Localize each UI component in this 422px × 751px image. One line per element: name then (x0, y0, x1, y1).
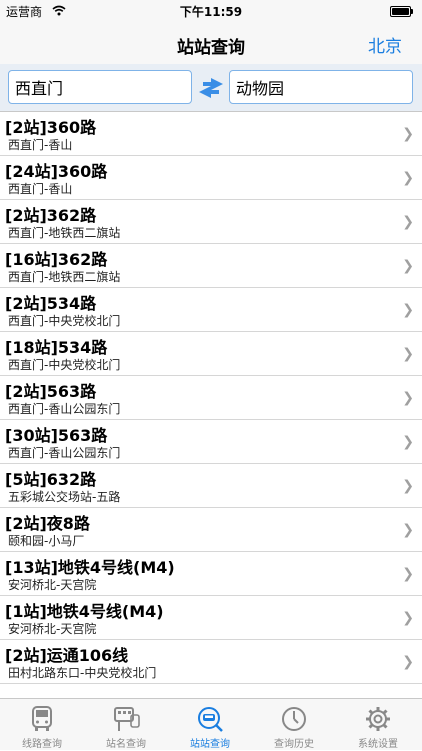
chevron-right-icon: ❯ (402, 390, 414, 406)
route-terminals: 五彩城公交场站-五路 (8, 490, 121, 504)
route-row[interactable]: [13站]地铁4号线(M4) 安河桥北-天宫院 ❯ (0, 552, 422, 596)
route-terminals: 田村北路东口-中央党校北门 (8, 666, 157, 680)
route-row[interactable]: [1站]地铁4号线(M4) 安河桥北-天宫院 ❯ (0, 596, 422, 640)
to-station-input[interactable] (229, 70, 413, 104)
route-row[interactable]: [2站]运通106线 田村北路东口-中央党校北门 ❯ (0, 640, 422, 684)
route-row[interactable]: [2站]534路 西直门-中央党校北门 ❯ (0, 288, 422, 332)
station-search-bar (0, 64, 422, 112)
search-bus-icon (198, 707, 223, 732)
nav-bar: 站站查询 北京 (0, 24, 422, 64)
chevron-right-icon: ❯ (402, 302, 414, 318)
tab-label: 查询历史 (274, 739, 314, 750)
chevron-right-icon: ❯ (402, 258, 414, 274)
route-terminals: 安河桥北-天宫院 (8, 622, 97, 636)
clock-icon (282, 707, 306, 731)
route-title: [18站]534路 (5, 338, 108, 357)
route-row[interactable]: [2站]362路 西直门-地铁西二旗站 ❯ (0, 200, 422, 244)
bus-stop-icon (114, 707, 140, 731)
route-terminals: 西直门-香山 (8, 182, 73, 196)
route-title: [2站]运通106线 (5, 646, 129, 665)
route-row[interactable]: [2站]360路 西直门-香山 ❯ (0, 112, 422, 156)
bus-icon (32, 706, 52, 731)
route-title: [2站]563路 (5, 382, 97, 401)
route-title: [13站]地铁4号线(M4) (5, 558, 175, 577)
swap-stations-button[interactable] (197, 76, 225, 100)
chevron-right-icon: ❯ (402, 434, 414, 450)
route-terminals: 西直门-地铁西二旗站 (8, 270, 121, 284)
route-title: [30站]563路 (5, 426, 108, 445)
tab-station-to-station[interactable]: 站站查询 (168, 699, 252, 751)
route-title: [2站]534路 (5, 294, 97, 313)
tab-label: 线路查询 (22, 739, 62, 750)
chevron-right-icon: ❯ (402, 610, 414, 626)
gear-icon (366, 707, 390, 731)
route-row[interactable]: [2站]563路 西直门-香山公园东门 ❯ (0, 376, 422, 420)
tab-label: 站名查询 (106, 739, 146, 750)
battery-icon (390, 6, 414, 17)
tab-history[interactable]: 查询历史 (252, 699, 336, 751)
route-row[interactable]: [5站]632路 五彩城公交场站-五路 ❯ (0, 464, 422, 508)
tab-line-query[interactable]: 线路查询 (0, 699, 84, 751)
route-row[interactable]: [18站]534路 西直门-中央党校北门 ❯ (0, 332, 422, 376)
chevron-right-icon: ❯ (402, 654, 414, 670)
tab-station-query[interactable]: 站名查询 (84, 699, 168, 751)
route-terminals: 西直门-中央党校北门 (8, 314, 121, 328)
chevron-right-icon: ❯ (402, 566, 414, 582)
route-terminals: 西直门-香山 (8, 138, 73, 152)
page-title: 站站查询 (177, 38, 245, 58)
route-terminals: 西直门-中央党校北门 (8, 358, 121, 372)
route-terminals: 西直门-香山公园东门 (8, 446, 121, 460)
tab-bar: 线路查询 站名查询 站站查询 查询历史 系统设置 (0, 698, 422, 750)
route-row[interactable]: [24站]360路 西直门-香山 ❯ (0, 156, 422, 200)
chevron-right-icon: ❯ (402, 346, 414, 362)
status-bar: 运营商 下午11:59 (0, 0, 422, 24)
route-title: [2站]362路 (5, 206, 97, 225)
tab-label: 系统设置 (358, 739, 398, 750)
route-row[interactable]: [2站]夜8路 颐和园-小马厂 ❯ (0, 508, 422, 552)
tab-label: 站站查询 (190, 739, 230, 750)
route-title: [1站]地铁4号线(M4) (5, 602, 164, 621)
status-time: 下午11:59 (179, 5, 243, 19)
from-station-input[interactable] (8, 70, 192, 104)
route-title: [5站]632路 (5, 470, 97, 489)
chevron-right-icon: ❯ (402, 478, 414, 494)
route-terminals: 安河桥北-天宫院 (8, 578, 97, 592)
route-terminals: 颐和园-小马厂 (8, 534, 85, 548)
route-result-list: [2站]360路 西直门-香山 ❯ [24站]360路 西直门-香山 ❯ [2站]362路西… (0, 112, 422, 698)
chevron-right-icon: ❯ (402, 170, 414, 186)
city-button[interactable]: 北京 (368, 32, 402, 57)
route-title: [2站]360路 (5, 118, 97, 137)
chevron-right-icon: ❯ (402, 214, 414, 230)
route-row[interactable]: [30站]563路 西直门-香山公园东门 ❯ (0, 420, 422, 464)
route-terminals: 西直门-地铁西二旗站 (8, 226, 121, 240)
chevron-right-icon: ❯ (402, 522, 414, 538)
swap-arrows-icon (199, 78, 223, 98)
chevron-right-icon: ❯ (402, 126, 414, 142)
route-title: [16站]362路 (5, 250, 108, 269)
route-title: [24站]360路 (5, 162, 108, 181)
route-row[interactable]: [16站]362路 西直门-地铁西二旗站 ❯ (0, 244, 422, 288)
route-terminals: 西直门-香山公园东门 (8, 402, 121, 416)
tab-settings[interactable]: 系统设置 (336, 699, 420, 751)
route-title: [2站]夜8路 (5, 514, 90, 533)
